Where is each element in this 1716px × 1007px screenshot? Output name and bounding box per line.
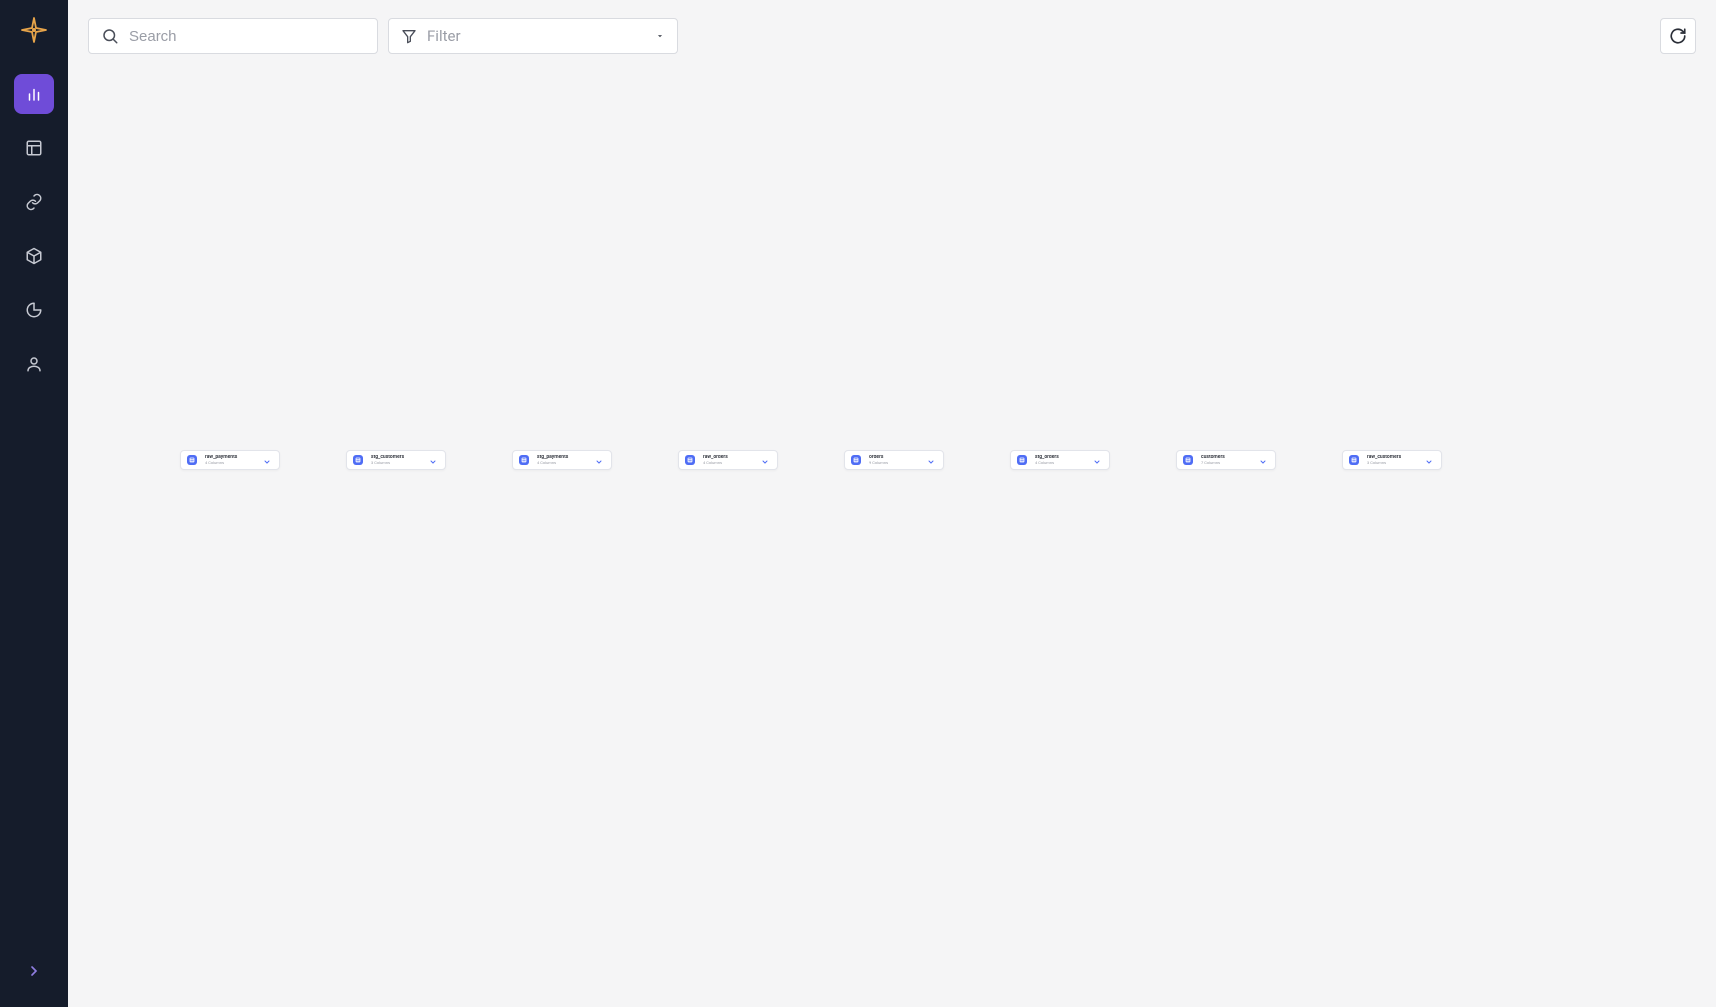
lineage-node[interactable]: raw_customers3 Columns xyxy=(1342,450,1442,470)
sidebar-item-reports[interactable] xyxy=(14,290,54,330)
node-columns: 4 Columns xyxy=(537,461,587,465)
table-icon xyxy=(519,455,529,465)
table-icon xyxy=(353,455,363,465)
search-input[interactable] xyxy=(129,28,365,45)
filter-icon xyxy=(401,28,417,44)
main-area: Filter raw_payments4 Columns stg_customer… xyxy=(68,0,1716,1007)
link-icon xyxy=(25,193,43,211)
search-icon xyxy=(101,27,119,45)
lineage-node[interactable]: raw_orders4 Columns xyxy=(678,450,778,470)
lineage-node[interactable]: stg_orders4 Columns xyxy=(1010,450,1110,470)
sidebar-item-lineage[interactable] xyxy=(14,74,54,114)
bar-chart-icon xyxy=(25,85,43,103)
sidebar xyxy=(0,0,68,1007)
cube-icon xyxy=(25,247,43,265)
chevron-down-icon[interactable] xyxy=(263,451,271,470)
table-icon xyxy=(187,455,197,465)
node-columns: 4 Columns xyxy=(703,461,753,465)
lineage-canvas[interactable]: raw_payments4 Columns stg_customers3 Colu… xyxy=(68,72,1716,1007)
topbar: Filter xyxy=(68,0,1716,72)
chevron-down-icon[interactable] xyxy=(761,451,769,470)
lineage-node[interactable]: raw_payments4 Columns xyxy=(180,450,280,470)
layout-icon xyxy=(25,139,43,157)
app-logo xyxy=(18,14,50,46)
lineage-node[interactable]: stg_customers3 Columns xyxy=(346,450,446,470)
table-icon xyxy=(1349,455,1359,465)
chevron-down-icon[interactable] xyxy=(1093,451,1101,470)
table-icon xyxy=(1017,455,1027,465)
refresh-icon xyxy=(1669,27,1687,45)
sidebar-item-links[interactable] xyxy=(14,182,54,222)
sidebar-item-tables[interactable] xyxy=(14,128,54,168)
table-icon xyxy=(851,455,861,465)
chevron-down-icon[interactable] xyxy=(429,451,437,470)
chevron-down-icon[interactable] xyxy=(1259,451,1267,470)
sidebar-item-cube[interactable] xyxy=(14,236,54,276)
chevron-down-icon[interactable] xyxy=(1425,451,1433,470)
lineage-node[interactable]: stg_payments4 Columns xyxy=(512,450,612,470)
node-columns: 3 Columns xyxy=(371,461,421,465)
refresh-button[interactable] xyxy=(1660,18,1696,54)
node-columns: 4 Columns xyxy=(1035,461,1085,465)
lineage-node[interactable]: customers7 Columns xyxy=(1176,450,1276,470)
node-columns: 4 Columns xyxy=(205,461,255,465)
node-columns: 9 Columns xyxy=(869,461,919,465)
filter-select[interactable]: Filter xyxy=(388,18,678,54)
node-columns: 7 Columns xyxy=(1201,461,1251,465)
chevron-down-icon[interactable] xyxy=(595,451,603,470)
user-icon xyxy=(25,355,43,373)
search-box[interactable] xyxy=(88,18,378,54)
table-icon xyxy=(685,455,695,465)
pie-chart-icon xyxy=(25,301,43,319)
node-columns: 3 Columns xyxy=(1367,461,1417,465)
chevron-down-icon[interactable] xyxy=(927,451,935,470)
lineage-node[interactable]: orders9 Columns xyxy=(844,450,944,470)
table-icon xyxy=(1183,455,1193,465)
chevron-right-icon xyxy=(26,963,42,979)
filter-placeholder: Filter xyxy=(427,27,461,45)
sidebar-item-user[interactable] xyxy=(14,344,54,384)
expand-sidebar-button[interactable] xyxy=(14,951,54,991)
caret-down-icon xyxy=(655,31,665,41)
